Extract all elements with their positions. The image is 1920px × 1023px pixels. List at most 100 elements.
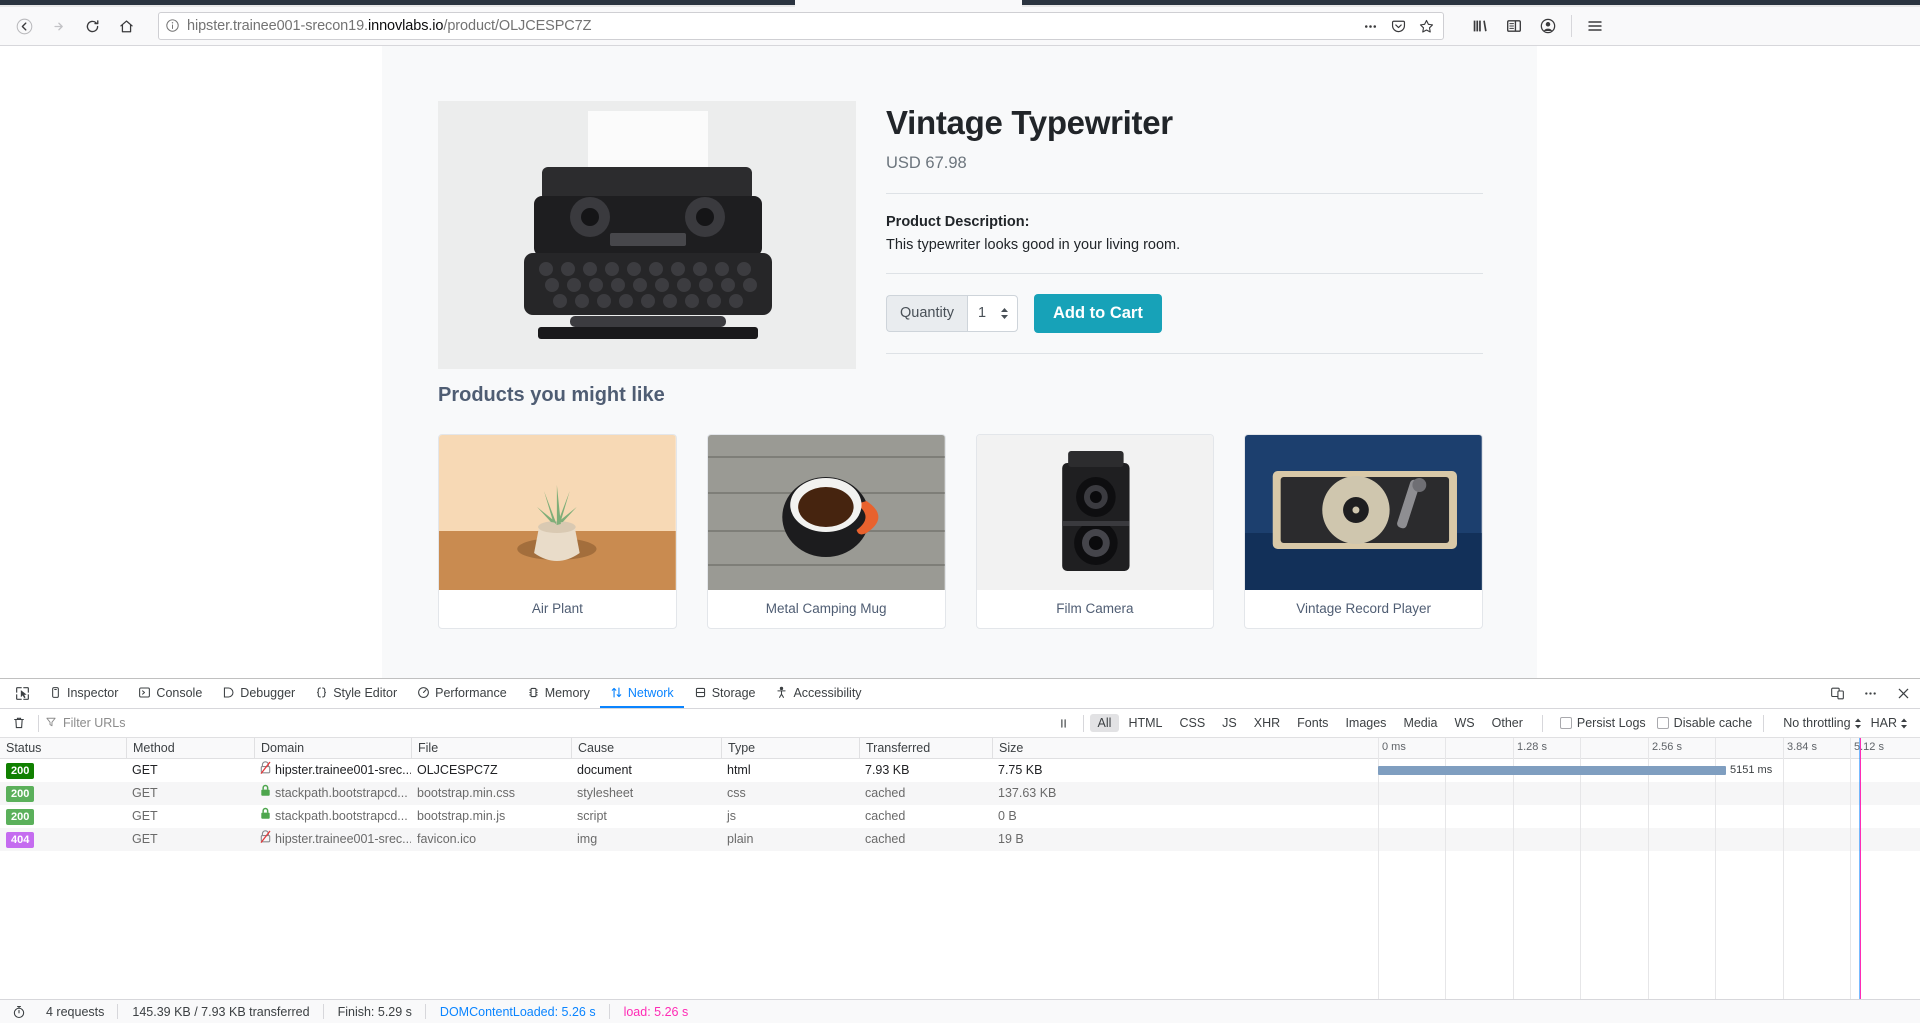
menu-icon[interactable]	[1579, 11, 1611, 41]
pocket-icon[interactable]	[1387, 15, 1409, 37]
devtools-tab-network[interactable]: Network	[599, 679, 684, 708]
status-badge: 200	[6, 808, 35, 825]
devtools-tab-inspector[interactable]: Inspector	[39, 679, 128, 708]
cell-status: 200	[0, 759, 126, 782]
cell-domain: stackpath.bootstrapcd...	[254, 805, 411, 828]
column-header-domain[interactable]: Domain	[254, 738, 411, 759]
filter-media[interactable]: Media	[1395, 714, 1445, 732]
library-icon[interactable]	[1464, 11, 1496, 41]
responsive-design-mode-icon[interactable]	[1821, 679, 1854, 708]
devtools-tab-debugger[interactable]: Debugger	[212, 679, 305, 708]
column-header-cause[interactable]: Cause	[571, 738, 721, 759]
element-picker-icon[interactable]	[6, 679, 39, 708]
filter-ws[interactable]: WS	[1446, 714, 1482, 732]
finish-time: Finish: 5.29 s	[337, 1004, 412, 1019]
stopwatch-icon[interactable]	[6, 1005, 32, 1019]
throttling-select[interactable]: No throttling	[1783, 716, 1861, 730]
cell-size: 19 B	[998, 832, 1024, 846]
disable-cache-checkbox[interactable]: Disable cache	[1656, 716, 1752, 730]
checkbox-box	[1559, 717, 1572, 729]
add-to-cart-button[interactable]: Add to Cart	[1034, 293, 1162, 333]
column-header-size[interactable]: Size	[992, 738, 1182, 759]
pause-recording-icon[interactable]	[1051, 717, 1077, 730]
devtools-tab-console[interactable]: Console	[128, 679, 212, 708]
account-icon[interactable]	[1532, 11, 1564, 41]
cell-transferred: 7.93 KB	[865, 763, 910, 777]
filter-images[interactable]: Images	[1337, 714, 1394, 732]
close-devtools-icon[interactable]	[1887, 679, 1920, 708]
active-tab[interactable]	[795, 0, 1022, 7]
filter-all[interactable]: All	[1089, 714, 1120, 732]
devtools-tab-storage[interactable]: Storage	[684, 679, 766, 708]
column-header-transferred[interactable]: Transferred	[859, 738, 992, 759]
request-type-filters: All HTML CSS JS XHR Fonts Images Media W…	[1089, 714, 1531, 732]
waterfall-tick: 0 ms	[1382, 741, 1406, 753]
quantity-label: Quantity	[886, 294, 967, 332]
performance-icon	[417, 686, 430, 699]
devtools-options-ellipsis-icon[interactable]	[1854, 679, 1887, 708]
column-header-method[interactable]: Method	[126, 738, 254, 759]
load-event-marker	[1860, 738, 1861, 999]
browser-toolbar-right	[1464, 11, 1611, 41]
forward-button[interactable]	[42, 11, 74, 41]
url-text[interactable]: hipster.trainee001-srecon19.innovlabs.io…	[187, 18, 1353, 34]
cell-type: js	[727, 809, 737, 823]
divider	[886, 192, 1483, 194]
clear-requests-trash-icon[interactable]	[6, 716, 32, 730]
cell-type: html	[727, 763, 751, 777]
filter-xhr[interactable]: XHR	[1246, 714, 1288, 732]
page-actions-ellipsis-icon[interactable]	[1359, 15, 1381, 37]
filter-other[interactable]: Other	[1484, 714, 1531, 732]
page-viewport: Vintage Typewriter USD 67.98 Product Des…	[0, 46, 1920, 678]
column-header-file[interactable]: File	[411, 738, 571, 759]
filter-html[interactable]: HTML	[1120, 714, 1170, 732]
quantity-select[interactable]: 1	[967, 294, 1018, 332]
recommendation-thumbnail	[707, 434, 945, 590]
recommendation-card[interactable]: Metal Camping Mug	[706, 433, 946, 629]
column-header-status[interactable]: Status	[0, 738, 126, 759]
waterfall-bar-label: 5151 ms	[1730, 764, 1773, 776]
devtools-tab-style-editor[interactable]: Style Editor	[305, 679, 407, 708]
recommendation-thumbnail	[439, 434, 676, 590]
product-price: USD 67.98	[886, 153, 967, 172]
har-menu[interactable]: HAR	[1871, 716, 1908, 730]
recommendation-card[interactable]: Air Plant	[438, 433, 677, 629]
domain-text: hipster.trainee001-srec...	[275, 832, 411, 846]
filter-fonts[interactable]: Fonts	[1289, 714, 1336, 732]
recommendation-card[interactable]: Film Camera	[975, 433, 1215, 629]
waterfall-tick: 2.56 s	[1652, 741, 1682, 753]
status-badge: 200	[6, 762, 35, 779]
reload-button[interactable]	[76, 11, 108, 41]
filter-urls-field[interactable]: Filter URLs	[45, 716, 1051, 731]
domain-text: stackpath.bootstrapcd...	[275, 786, 408, 800]
devtools-tab-memory[interactable]: Memory	[517, 679, 600, 708]
address-bar[interactable]: hipster.trainee001-srecon19.innovlabs.io…	[158, 12, 1444, 40]
devtools-tab-accessibility[interactable]: Accessibility	[765, 679, 871, 708]
filter-css[interactable]: CSS	[1171, 714, 1213, 732]
column-header-type[interactable]: Type	[721, 738, 859, 759]
product-description-text: This typewriter looks good in your livin…	[886, 236, 1181, 253]
back-button[interactable]	[8, 11, 40, 41]
recommendation-card[interactable]: Vintage Record Player	[1244, 433, 1483, 629]
cell-size: 7.75 KB	[998, 763, 1043, 777]
network-toolbar: Filter URLs All HTML CSS JS XHR Fonts Im…	[0, 709, 1920, 738]
domain-text: hipster.trainee001-srec...	[275, 763, 411, 777]
cell-method: GET	[132, 786, 158, 800]
tab-strip-left	[0, 0, 795, 5]
cell-cause: document	[577, 763, 632, 777]
sidebar-icon[interactable]	[1498, 11, 1530, 41]
cell-cause: script	[577, 809, 607, 823]
cell-method: GET	[132, 763, 158, 777]
devtools-tab-label: Console	[156, 685, 203, 700]
devtools-tab-performance[interactable]: Performance	[407, 679, 517, 708]
info-icon[interactable]	[165, 18, 181, 34]
bookmark-star-icon[interactable]	[1415, 15, 1437, 37]
toolbar-divider	[1541, 714, 1543, 732]
filter-js[interactable]: JS	[1214, 714, 1245, 732]
home-button[interactable]	[110, 11, 142, 41]
waterfall-tick: 1.28 s	[1517, 741, 1547, 753]
funnel-icon	[45, 716, 57, 731]
cell-transferred: cached	[865, 786, 906, 800]
persist-logs-checkbox[interactable]: Persist Logs	[1559, 716, 1646, 730]
insecure-icon	[260, 759, 271, 782]
